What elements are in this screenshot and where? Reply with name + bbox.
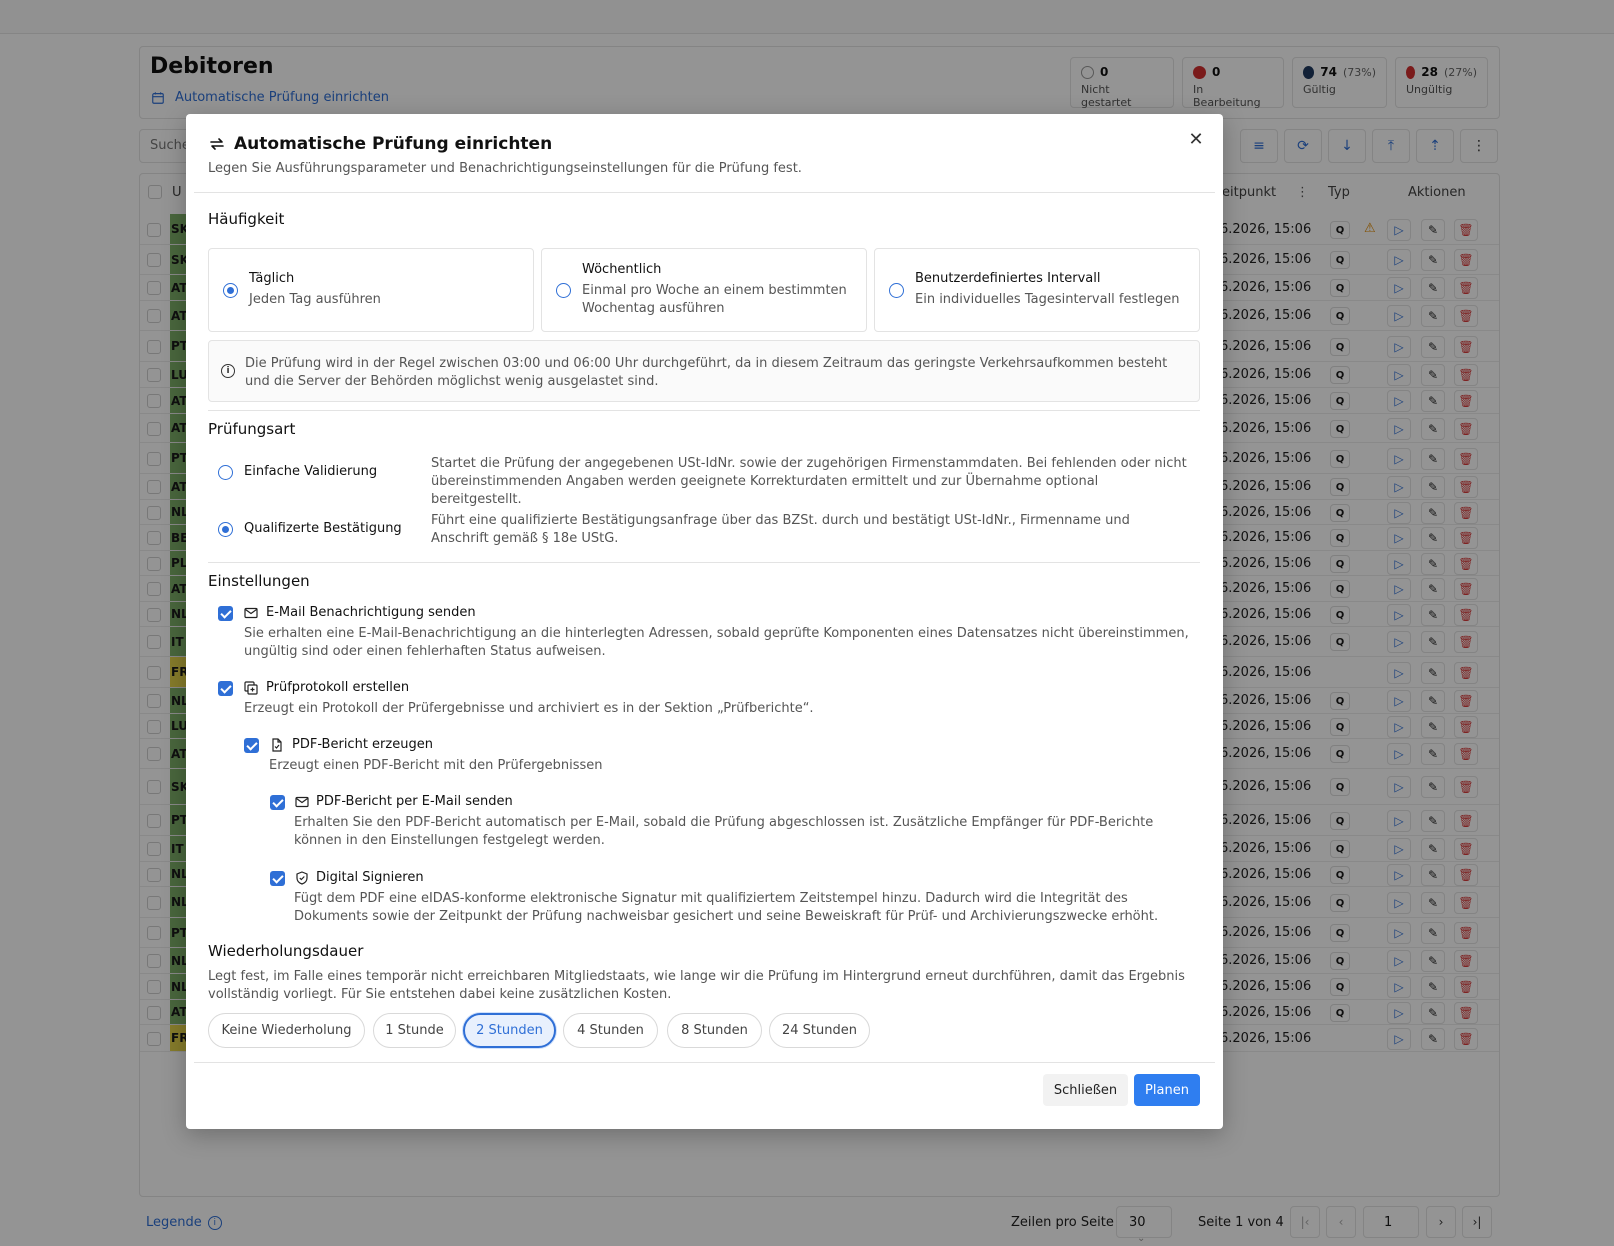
repeat-icon [210, 138, 224, 150]
mail-icon [244, 607, 258, 619]
option-title: Wöchentlich [582, 262, 662, 277]
retry-option-2h[interactable]: 2 Stunden [463, 1013, 556, 1048]
option-title: Benutzerdefiniertes Intervall [915, 271, 1101, 286]
option-desc: Erzeugt ein Protokoll der Prüfergebnisse… [244, 701, 814, 716]
retry-option-4h[interactable]: 4 Stunden [563, 1013, 658, 1048]
dialog-title: Automatische Prüfung einrichten [208, 134, 552, 154]
option-title: Prüfprotokoll erstellen [266, 680, 410, 695]
check-type-desc: Startet die Prüfung der angegebenen USt-… [431, 456, 1187, 507]
mail-icon [295, 796, 309, 808]
close-button[interactable]: Schließen [1043, 1074, 1128, 1106]
dialog-subtitle: Legen Sie Ausführungsparameter und Benac… [208, 161, 802, 176]
email-notification-checkbox[interactable] [218, 606, 233, 621]
check-type-heading: Prüfungsart [208, 420, 296, 438]
settings-heading: Einstellungen [208, 572, 310, 590]
pdf-report-checkbox[interactable] [244, 738, 259, 753]
shield-check-icon [296, 871, 308, 885]
radio-weekly[interactable] [556, 283, 571, 298]
option-desc: Sie erhalten eine E-Mail-Benachrichtigun… [244, 626, 1189, 659]
file-check-icon [272, 738, 282, 752]
option-desc: Ein individuelles Tagesintervall festleg… [915, 292, 1180, 307]
retry-option-8h[interactable]: 8 Stunden [667, 1013, 762, 1048]
option-desc: Fügt dem PDF eine eIDAS-konforme elektro… [294, 891, 1159, 924]
plan-button[interactable]: Planen [1134, 1074, 1200, 1106]
retry-option-none[interactable]: Keine Wiederholung [208, 1013, 365, 1048]
info-text: Die Prüfung wird in der Regel zwischen 0… [245, 356, 1168, 389]
divider [194, 1062, 1215, 1063]
retry-heading: Wiederholungsdauer [208, 942, 364, 960]
pdf-email-checkbox[interactable] [270, 795, 285, 810]
frequency-info-box: i Die Prüfung wird in der Regel zwischen… [208, 340, 1200, 402]
frequency-option-custom[interactable]: Benutzerdefiniertes Intervall Ein indivi… [874, 248, 1200, 332]
frequency-heading: Häufigkeit [208, 210, 285, 228]
copy-plus-icon [244, 681, 258, 695]
dialog-title-text: Automatische Prüfung einrichten [234, 134, 553, 154]
option-desc: Einmal pro Woche an einem bestimmten Woc… [582, 283, 847, 316]
protocol-checkbox[interactable] [218, 681, 233, 696]
divider [208, 410, 1200, 411]
frequency-option-daily[interactable]: Täglich Jeden Tag ausführen [208, 248, 534, 332]
check-type-desc: Führt eine qualifizierte Bestätigungsanf… [431, 513, 1130, 546]
option-title: Digital Signieren [316, 870, 424, 885]
radio-daily[interactable] [223, 283, 238, 298]
info-icon: i [221, 364, 235, 378]
auto-check-dialog: Automatische Prüfung einrichten Legen Si… [186, 114, 1223, 1129]
retry-option-1h[interactable]: 1 Stunde [373, 1013, 456, 1048]
close-icon[interactable]: ✕ [1185, 128, 1207, 150]
digital-sign-checkbox[interactable] [270, 871, 285, 886]
radio-simple-validation[interactable] [218, 465, 233, 480]
option-desc: Erhalten Sie den PDF-Bericht automatisch… [294, 815, 1154, 848]
option-title: PDF-Bericht erzeugen [292, 737, 433, 752]
retry-desc: Legt fest, im Falle eines temporär nicht… [208, 969, 1185, 1002]
option-title: PDF-Bericht per E-Mail senden [316, 794, 513, 809]
option-title: E-Mail Benachrichtigung senden [266, 605, 476, 620]
divider [194, 192, 1215, 193]
retry-option-24h[interactable]: 24 Stunden [769, 1013, 870, 1048]
option-desc: Jeden Tag ausführen [249, 292, 381, 307]
radio-qualified-confirmation[interactable] [218, 522, 233, 537]
divider [208, 562, 1200, 563]
option-title: Täglich [249, 271, 295, 286]
option-desc: Erzeugt einen PDF-Bericht mit den Prüfer… [269, 758, 603, 773]
radio-custom[interactable] [889, 283, 904, 298]
check-type-label[interactable]: Qualifizerte Bestätigung [244, 521, 402, 536]
check-type-label[interactable]: Einfache Validierung [244, 464, 377, 479]
frequency-option-weekly[interactable]: Wöchentlich Einmal pro Woche an einem be… [541, 248, 867, 332]
